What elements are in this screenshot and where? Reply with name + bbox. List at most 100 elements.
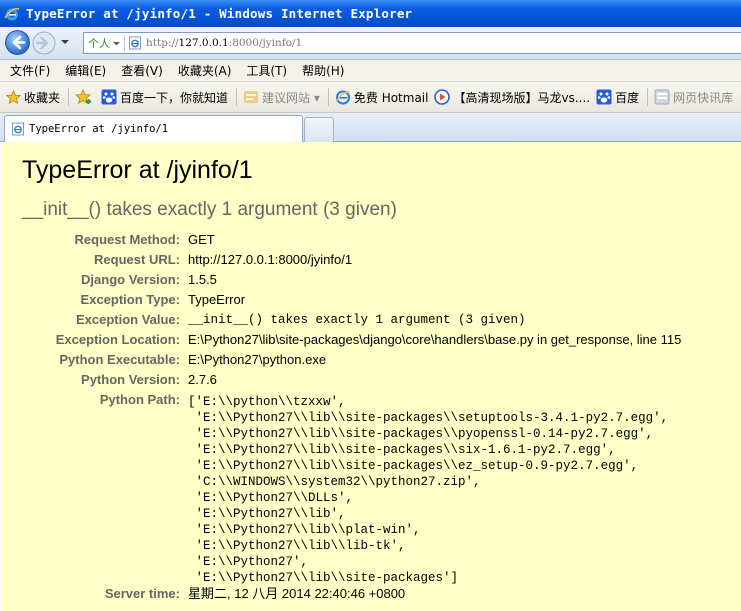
exception-location-label: Exception Location: [55,332,180,347]
favorite-link-label: 建议网站 ▾ [262,90,320,105]
add-to-favorites-bar-button[interactable] [75,88,95,106]
request-url-label: Request URL: [94,252,180,267]
menu-help[interactable]: 帮助(H) [302,62,344,79]
divider [236,88,238,106]
suggested-sites-button[interactable]: 建议网站 ▾ [243,89,320,106]
python-version-value: 2.7.6 [188,372,217,387]
table-row: Request Method: GET [2,230,681,250]
server-time-label: Server time: [104,586,180,601]
python-version-label: Python Version: [81,372,180,387]
python-path-line: 'E:\\Python27\\lib\\plat-win', [188,523,421,537]
chevron-down-icon[interactable] [112,39,121,48]
menu-edit[interactable]: 编辑(E) [65,62,106,79]
tab-current-page[interactable]: TypeError at /jyinfo/1 [4,115,303,142]
python-path-line: 'E:\\Python27\\DLLs', [188,491,354,505]
exception-location-value: E:\Python27\lib\site-packages\django\cor… [188,332,682,347]
ie-page-icon [129,36,141,50]
favorite-link-baidu-search[interactable]: 百度一下，你就知道 [101,89,228,106]
url-scheme: http:// [146,37,179,49]
menu-bar: 文件(F) 编辑(E) 查看(V) 收藏夹(A) 工具(T) 帮助(H) [0,60,741,82]
exception-type-label: Exception Type: [80,292,180,307]
new-tab-button[interactable] [304,117,334,142]
favorites-bar: 收藏夹 百度一下，你就知道 建议网站 ▾ 免费 Hotmail 【高清现场版】马… [0,82,741,113]
error-title: TypeError at /jyinfo/1 [22,156,253,184]
favorite-link-label: 百度一下，你就知道 [120,90,229,105]
python-path-line: 'E:\\Python27\\lib\\site-packages\\ez_se… [188,459,639,473]
table-row: Python Path: ['E:\\python\\tzxxw', 'E:\\… [2,390,681,585]
python-path-line: 'E:\\Python27\\lib\\site-packages\\six-1… [188,443,616,457]
tab-title: TypeError at /jyinfo/1 [29,123,169,135]
menu-tools[interactable]: 工具(T) [246,62,287,79]
recent-pages-dropdown-icon[interactable] [60,37,70,47]
video-play-icon [434,89,451,105]
python-path-line: ['E:\\python\\tzxxw', [188,395,346,409]
python-path-line: 'C:\\WINDOWS\\system32\\python27.zip', [188,475,481,489]
divider [124,35,125,51]
url-path: :8000/jyinfo/1 [228,37,303,49]
python-path-line: 'E:\\Python27\\lib\\lib-tk', [188,539,406,553]
web-slice-icon [654,89,670,105]
request-method-value: GET [188,232,215,247]
add-favorite-star-icon [75,88,92,104]
baidu-paw-icon [101,89,117,105]
page-content: TypeError at /jyinfo/1 __init__() takes … [2,142,741,611]
favorite-link-label: 免费 Hotmail [353,90,429,105]
table-row: Exception Value: __init__() takes exactl… [2,310,681,330]
django-version-label: Django Version: [81,272,180,287]
python-executable-value: E:\Python27\python.exe [188,352,327,367]
error-summary: __init__() takes exactly 1 argument (3 g… [22,199,397,220]
favorite-link-label: 网页快讯库 [673,90,734,105]
django-version-value: 1.5.5 [188,272,217,287]
web-slice-gallery-button[interactable]: 网页快讯库 [654,89,733,106]
menu-favorites[interactable]: 收藏夹(A) [178,62,232,79]
star-icon [6,89,21,104]
python-path-line: 'E:\\Python27\\lib\\site-packages\\pyope… [188,427,654,441]
table-row: Exception Location: E:\Python27\lib\site… [2,330,682,350]
favorite-link-hotmail[interactable]: 免费 Hotmail [335,89,429,106]
forward-button[interactable] [32,31,56,55]
baidu-paw-icon [596,89,612,105]
exception-value-label: Exception Value: [75,312,180,327]
table-row: Server time: 星期二, 12 八月 2014 22:40:46 +0… [2,584,681,604]
address-field[interactable]: 个人 http://127.0.0.1:8000/jyinfo/1 [83,32,741,54]
window-title-bar[interactable]: TypeError at /jyinfo/1 - Windows Interne… [0,0,741,27]
address-toolbar: 个人 http://127.0.0.1:8000/jyinfo/1 [0,27,741,60]
server-time-value: 星期二, 12 八月 2014 22:40:46 +0800 [188,586,406,601]
tab-strip: TypeError at /jyinfo/1 [0,113,741,142]
divider [68,88,70,106]
divider [647,88,649,106]
table-row: Python Executable: E:\Python27\python.ex… [2,350,681,370]
python-path-label: Python Path: [99,392,180,407]
favorite-link-video[interactable]: 【高清现场版】马龙vs.... [434,89,590,106]
python-path-line: 'E:\\Python27', [188,555,309,569]
ie-page-icon [12,122,24,136]
suggested-sites-icon [244,91,259,103]
request-summary-table: Request Method: GET Request URL: http://… [2,230,682,604]
python-executable-label: Python Executable: [59,352,180,367]
exception-type-value: TypeError [188,292,246,307]
url-host: 127.0.0.1 [178,37,229,49]
table-row: Python Version: 2.7.6 [2,370,681,390]
menu-view[interactable]: 查看(V) [121,62,163,79]
favorites-label: 收藏夹 [24,90,61,105]
favorite-link-baidu[interactable]: 百度 [596,89,639,106]
python-path-line: 'E:\\Python27\\lib\\site-packages\\setup… [188,411,669,425]
request-url-value: http://127.0.0.1:8000/jyinfo/1 [188,252,353,267]
divider [327,88,329,106]
security-zone-label[interactable]: 个人 [84,35,112,51]
menu-file[interactable]: 文件(F) [10,62,50,79]
favorite-link-label: 百度 [615,90,640,105]
python-path-line: 'E:\\Python27\\lib', [188,507,346,521]
python-path-line: 'E:\\Python27\\lib\\site-packages'] [188,571,459,585]
python-path-value: ['E:\\python\\tzxxw', 'E:\\Python27\\lib… [188,390,681,585]
exception-value-value: __init__() takes exactly 1 argument (3 g… [188,313,526,327]
ie-page-icon [335,90,350,105]
table-row: Exception Type: TypeError [2,290,681,310]
request-method-label: Request Method: [74,232,180,247]
ie-logo-icon [4,7,20,20]
url-text[interactable]: http://127.0.0.1:8000/jyinfo/1 [146,37,302,49]
favorite-link-label: 【高清现场版】马龙vs.... [453,90,591,105]
favorites-button[interactable]: 收藏夹 [6,89,60,106]
table-row: Request URL: http://127.0.0.1:8000/jyinf… [2,250,681,270]
back-button[interactable] [5,30,30,55]
